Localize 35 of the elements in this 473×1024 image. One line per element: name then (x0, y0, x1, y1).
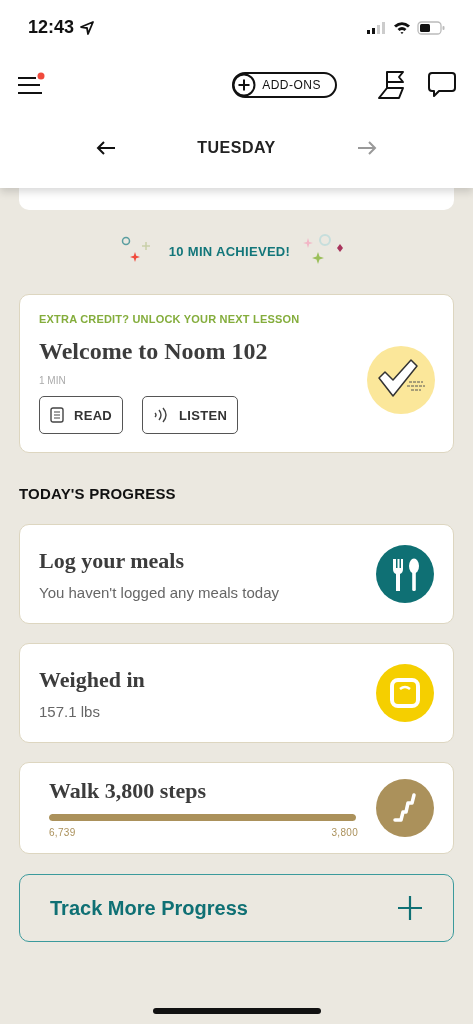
lesson-eyebrow: EXTRA CREDIT? UNLOCK YOUR NEXT LESSON (39, 313, 301, 325)
progress-title: Log your meals (39, 547, 186, 574)
sound-waves-icon (153, 407, 170, 423)
progress-subtitle: You haven't logged any meals today (39, 583, 280, 601)
lesson-title: Welcome to Noom 102 (39, 338, 269, 365)
location-icon (80, 20, 95, 35)
add-ons-button[interactable]: ADD-ONS (232, 72, 337, 98)
chat-icon[interactable] (427, 71, 457, 99)
progress-card[interactable]: Weighed in 157.1 lbs (19, 643, 454, 743)
listen-button[interactable]: LISTEN (142, 396, 239, 434)
scale-icon (376, 664, 434, 722)
current-steps: 6,739 (49, 827, 76, 838)
checkmark-icon (367, 345, 435, 414)
plus-icon (232, 73, 257, 97)
document-icon (50, 407, 64, 423)
wifi-icon (393, 21, 411, 34)
progress-title: Walk 3,800 steps (49, 778, 208, 804)
plus-icon (397, 895, 423, 921)
read-button[interactable]: READ (39, 396, 124, 434)
progress-title: Weighed in (39, 666, 146, 693)
battery-icon (417, 20, 445, 35)
goal-steps: 3,800 (331, 827, 358, 838)
fork-and-spoon-icon (376, 545, 434, 603)
day-title: TUESDAY (197, 138, 276, 157)
progress-card[interactable]: Walk 3,800 steps 6,739 3,800 (19, 762, 454, 854)
lesson-duration: 1 MIN (39, 375, 67, 386)
previous-day-button[interactable] (96, 139, 116, 156)
section-heading: TODAY'S PROGRESS (19, 485, 177, 502)
progress-card[interactable]: Log your meals You haven't logged any meals today (19, 524, 454, 624)
stairs-icon (376, 779, 434, 837)
track-more-progress-button[interactable]: Track More Progress (19, 874, 454, 942)
signal-icon (367, 21, 387, 34)
achievement-text: 10 MIN ACHIEVED! (168, 243, 291, 259)
status-time: 12:43 (28, 17, 75, 38)
progress-subtitle: 157.1 lbs (39, 702, 101, 720)
